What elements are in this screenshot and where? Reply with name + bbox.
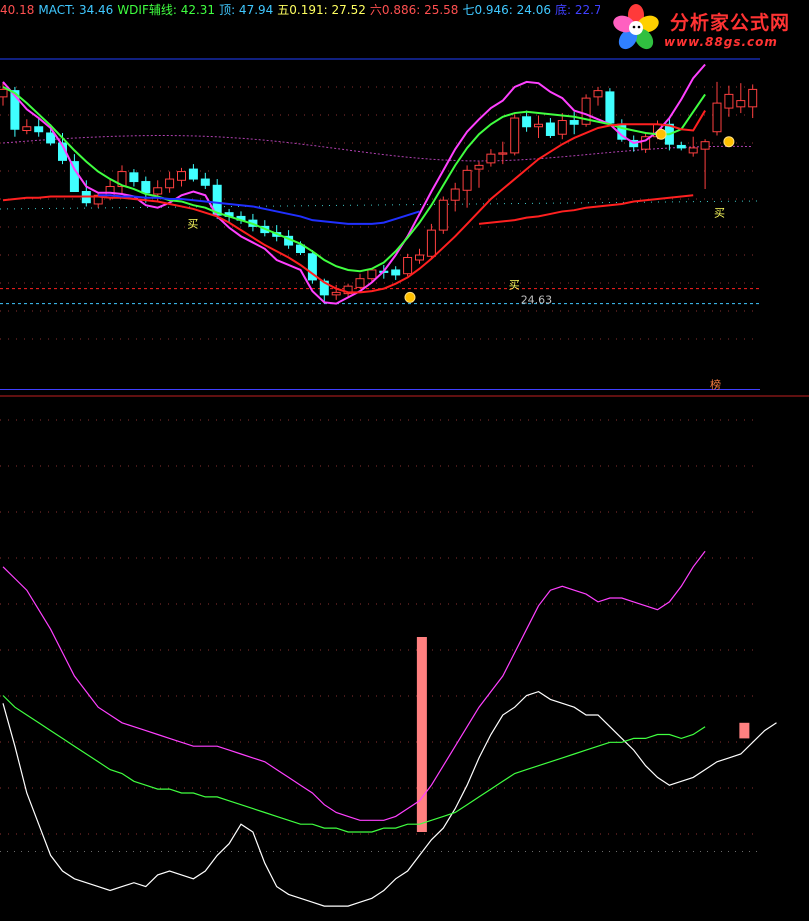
signal-bar-0 [416,637,427,832]
candle-body [450,188,460,201]
candle-body [153,187,163,195]
chart-annotation-4: 榜 [710,377,721,391]
stock-chart: 买买买24.63榜 [0,58,809,907]
envelope-line [2,135,753,162]
candle-body [438,199,448,231]
chart-annotation-3: 24.63 [521,294,553,307]
candle-body [724,93,734,109]
support-band [0,200,761,210]
candle-body [474,164,484,170]
candle-body [510,117,520,154]
candle-body [391,269,401,276]
upper-series-4 [478,194,694,225]
candle-body [605,91,615,124]
candle-body [486,153,496,164]
upper-series-0 [2,63,706,305]
candle-body [34,126,44,133]
signal-dot-1 [655,128,667,140]
candle-body [569,120,579,125]
candle-body [593,90,603,98]
candle-body [22,126,32,131]
upper-series-1 [2,86,706,273]
chart-annotation-1: 买 [509,279,520,292]
candle-body [712,102,722,133]
candle-body [331,291,341,296]
candle-body [522,116,532,128]
candle-body [498,152,508,155]
candle-body [355,278,365,288]
candle-body [188,168,198,180]
candle-body [177,171,186,181]
candle-body [462,169,472,191]
candle-body [676,144,686,149]
candle-body [557,120,567,135]
candle-body [0,88,8,98]
candle-body [200,178,210,186]
candle-body [426,229,436,257]
candle-body [534,123,543,128]
signal-dot-0 [404,291,416,303]
lower-series-0 [2,690,777,907]
candle-body [545,122,555,136]
candle-body [415,254,424,261]
chart-annotation-0: 买 [187,218,198,231]
lower-series-1 [2,550,706,821]
candle-body [69,161,79,193]
signal-dot-2 [723,136,735,148]
candle-body [367,269,377,280]
candle-body [129,172,139,183]
candle-body [688,147,698,154]
candle-body [736,100,746,108]
signal-bar-1 [739,722,750,739]
candle-body [46,132,56,144]
upper-series-2 [2,110,706,294]
chart-annotation-2: 买 [714,206,725,219]
candle-body [141,181,151,194]
candle-body [748,88,758,108]
candle-body [403,257,413,275]
candle-body [700,141,710,150]
candle-body [165,178,175,189]
